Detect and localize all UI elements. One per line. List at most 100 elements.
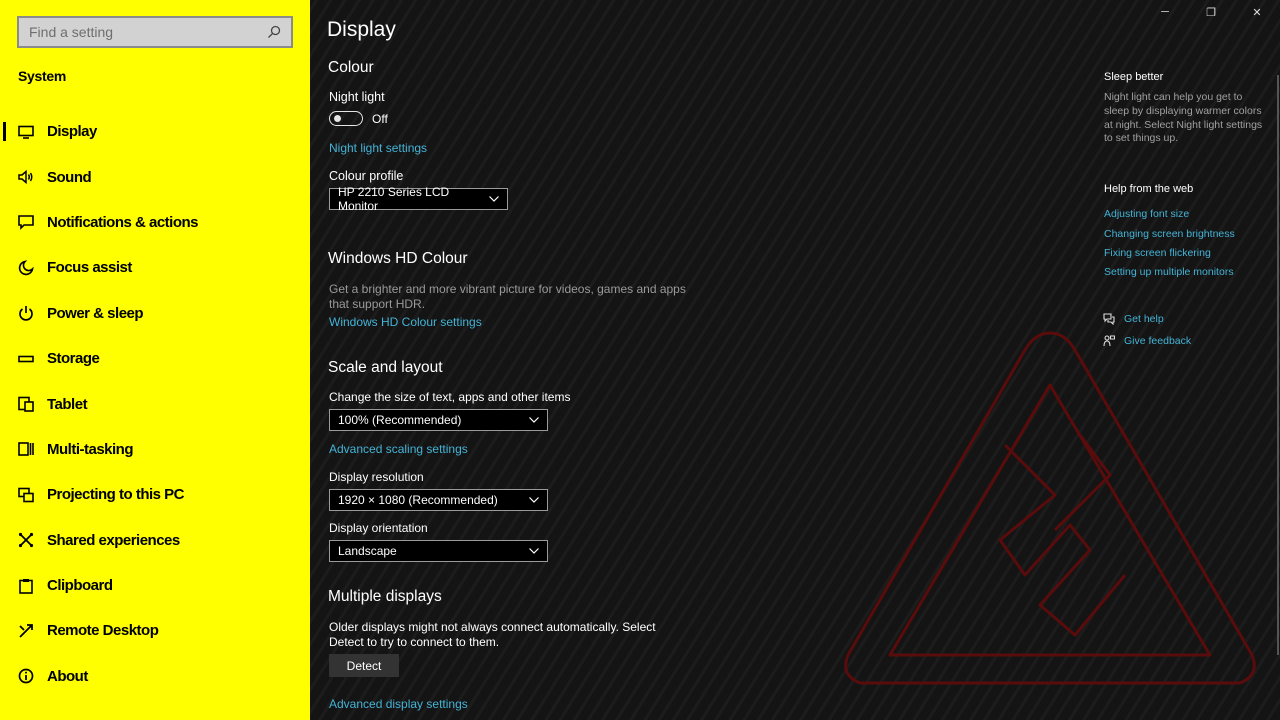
sidebar-item-label: Remote Desktop (47, 622, 159, 640)
sidebar-item-notifications[interactable]: Notifications & actions (0, 200, 310, 245)
multiple-displays-heading: Multiple displays (328, 588, 442, 605)
resolution-label: Display resolution (329, 470, 424, 484)
storage-icon (18, 351, 34, 367)
sidebar-item-label: Storage (47, 350, 100, 368)
sidebar-title: System (18, 68, 67, 84)
hd-colour-settings-link[interactable]: Windows HD Colour settings (329, 315, 482, 329)
sidebar-item-label: Shared experiences (47, 531, 180, 549)
remote-desktop-icon (18, 623, 34, 639)
power-icon (18, 305, 34, 321)
fixing-flickering-link[interactable]: Fixing screen flickering (1104, 247, 1211, 259)
sidebar-item-label: Display (47, 123, 97, 141)
hd-colour-heading: Windows HD Colour (328, 250, 468, 267)
multitasking-icon (18, 441, 34, 457)
sidebar-item-projecting[interactable]: Projecting to this PC (0, 472, 310, 517)
sidebar-item-about[interactable]: About (0, 654, 310, 699)
sidebar-item-label: Tablet (47, 395, 88, 413)
watermark-logo (844, 331, 1256, 685)
changing-brightness-link[interactable]: Changing screen brightness (1104, 228, 1235, 240)
sleep-better-desc-3: at night. Select Night light settings (1104, 119, 1263, 131)
sidebar-item-sound[interactable]: Sound (0, 154, 310, 199)
search-icon[interactable] (267, 25, 281, 39)
sleep-better-desc-1: Night light can help you get to (1104, 91, 1243, 103)
night-light-state: Off (372, 112, 388, 126)
chevron-down-icon (529, 417, 539, 423)
sidebar: System Display Sound Notifications & act… (0, 0, 310, 720)
hd-colour-desc-2: that support HDR. (329, 297, 426, 311)
give-feedback-label: Give feedback (1124, 335, 1192, 347)
minimize-button[interactable]: ─ (1142, 0, 1188, 24)
hd-colour-desc-1: Get a brighter and more vibrant picture … (329, 282, 686, 296)
monitor-icon (18, 124, 34, 140)
search-box[interactable] (17, 16, 293, 48)
multiple-desc-1: Older displays might not always connect … (329, 620, 656, 634)
sidebar-item-multitasking[interactable]: Multi-tasking (0, 427, 310, 472)
projecting-icon (18, 487, 34, 503)
night-light-settings-link[interactable]: Night light settings (329, 141, 427, 155)
colour-profile-dropdown[interactable]: HP 2210 Series LCD Monitor (329, 185, 508, 213)
page-title: Display (327, 18, 396, 41)
sidebar-item-shared-experiences[interactable]: Shared experiences (0, 518, 310, 563)
toggle-knob (334, 115, 341, 122)
sidebar-item-focus-assist[interactable]: Focus assist (0, 245, 310, 290)
sidebar-item-storage[interactable]: Storage (0, 336, 310, 381)
colour-heading: Colour (328, 59, 374, 76)
orientation-label: Display orientation (329, 521, 428, 535)
multiple-desc-2: Detect to try to connect to them. (329, 635, 500, 649)
search-input[interactable] (29, 24, 267, 40)
size-label: Change the size of text, apps and other … (329, 390, 571, 404)
give-feedback-link[interactable]: Give feedback (1103, 335, 1191, 347)
sidebar-item-remote-desktop[interactable]: Remote Desktop (0, 608, 310, 653)
sidebar-item-label: Power & sleep (47, 304, 144, 322)
scale-value: 100% (Recommended) (338, 413, 462, 427)
notification-icon (18, 214, 34, 231)
window-controls: ─ ❐ ✕ (1142, 0, 1280, 24)
multiple-monitors-link[interactable]: Setting up multiple monitors (1104, 266, 1234, 278)
sleep-better-desc-4: to set things up. (1104, 132, 1179, 144)
colour-profile-label: Colour profile (329, 169, 404, 183)
sidebar-item-label: Sound (47, 168, 92, 186)
adjusting-font-size-link[interactable]: Adjusting font size (1104, 208, 1189, 220)
sidebar-item-label: About (47, 667, 88, 685)
orientation-dropdown[interactable]: Landscape (329, 540, 548, 562)
main-panel: ─ ❐ ✕ Display Colour Night light Off Nig… (310, 0, 1280, 720)
night-light-label: Night light (329, 90, 385, 104)
help-from-web-heading: Help from the web (1104, 183, 1194, 195)
close-button[interactable]: ✕ (1234, 0, 1280, 24)
scrollbar[interactable] (1277, 75, 1279, 655)
orientation-value: Landscape (338, 544, 397, 558)
detect-button[interactable]: Detect (329, 654, 399, 677)
chevron-down-icon (529, 497, 539, 503)
sidebar-item-power-sleep[interactable]: Power & sleep (0, 291, 310, 336)
colour-profile-value: HP 2210 Series LCD Monitor (338, 185, 450, 213)
sidebar-item-label: Focus assist (47, 259, 132, 277)
sidebar-item-label: Clipboard (47, 577, 113, 595)
get-help-label: Get help (1124, 313, 1164, 325)
chat-help-icon (1103, 313, 1115, 325)
feedback-icon (1103, 335, 1115, 347)
sleep-better-desc-2: sleep by displaying warmer colors (1104, 105, 1262, 117)
night-light-toggle[interactable] (329, 111, 363, 126)
advanced-scaling-link[interactable]: Advanced scaling settings (329, 442, 468, 456)
sleep-better-heading: Sleep better (1104, 71, 1164, 83)
shared-icon (18, 532, 34, 548)
sidebar-item-label: Projecting to this PC (47, 486, 185, 504)
scale-dropdown[interactable]: 100% (Recommended) (329, 409, 548, 431)
moon-icon (18, 260, 34, 276)
scale-layout-heading: Scale and layout (328, 359, 443, 376)
sidebar-item-display[interactable]: Display (0, 109, 310, 154)
sidebar-item-label: Multi-tasking (47, 440, 134, 458)
get-help-link[interactable]: Get help (1103, 313, 1164, 325)
advanced-display-settings-link[interactable]: Advanced display settings (329, 697, 468, 711)
restore-button[interactable]: ❐ (1188, 0, 1234, 24)
info-icon (18, 668, 34, 684)
sidebar-item-label: Notifications & actions (47, 213, 199, 231)
speaker-icon (18, 169, 34, 185)
tablet-icon (18, 396, 34, 412)
sidebar-item-clipboard[interactable]: Clipboard (0, 563, 310, 608)
sidebar-nav: Display Sound Notifications & actions Fo… (0, 109, 310, 699)
chevron-down-icon (489, 196, 499, 202)
resolution-dropdown[interactable]: 1920 × 1080 (Recommended) (329, 489, 548, 511)
sidebar-item-tablet[interactable]: Tablet (0, 381, 310, 426)
resolution-value: 1920 × 1080 (Recommended) (338, 493, 498, 507)
